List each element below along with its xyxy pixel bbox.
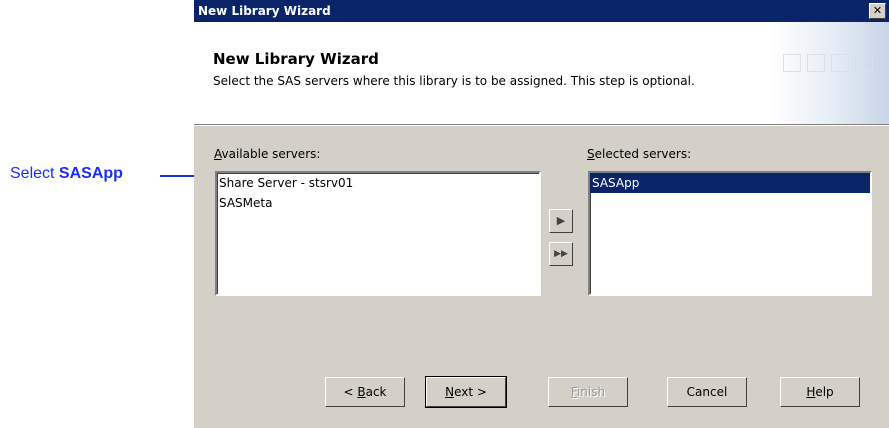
help-button[interactable]: Help	[780, 377, 860, 407]
callout-text: Select SASApp	[10, 165, 123, 183]
label-accelerator: A	[214, 147, 222, 161]
wizard-header: New Library Wizard Select the SAS server…	[194, 22, 889, 124]
callout-target: SASApp	[58, 165, 123, 182]
button-accelerator: N	[445, 385, 455, 399]
header-divider-highlight	[194, 125, 889, 126]
list-item[interactable]: Share Server - stsrv01	[217, 173, 539, 193]
button-accelerator: H	[806, 385, 816, 399]
available-servers-label: Available servers:	[214, 147, 320, 161]
window-title: New Library Wizard	[198, 4, 331, 18]
header-subtitle: Select the SAS servers where this librar…	[213, 74, 695, 88]
callout-prefix: Select	[10, 165, 59, 182]
button-prefix: <	[343, 385, 358, 399]
selected-servers-label: Selected servers:	[587, 147, 691, 161]
cancel-button[interactable]: Cancel	[667, 377, 747, 407]
title-bar: New Library Wizard ✕	[194, 0, 889, 22]
finish-button[interactable]: Finish	[548, 377, 628, 407]
button-accelerator: B	[357, 385, 366, 399]
header-title: New Library Wizard	[213, 50, 379, 68]
label-rest: vailable servers:	[221, 147, 321, 161]
move-all-button[interactable]: ▶▶	[549, 242, 573, 266]
button-rest: elp	[815, 385, 834, 399]
header-banner-graphic	[769, 22, 889, 124]
button-rest: inish	[576, 385, 606, 399]
next-button[interactable]: Next >	[425, 376, 507, 408]
list-item[interactable]: SASApp	[590, 173, 870, 193]
button-rest: ext >	[454, 385, 487, 399]
list-item[interactable]: SASMeta	[217, 193, 539, 213]
wizard-window: New Library Wizard ✕ New Library Wizard …	[194, 0, 889, 428]
close-button[interactable]: ✕	[869, 3, 886, 19]
label-accelerator: S	[587, 147, 595, 161]
back-button[interactable]: < Back	[325, 377, 405, 407]
label-rest: elected servers:	[594, 147, 692, 161]
button-rest: ack	[365, 385, 387, 399]
move-selected-button[interactable]: ▶	[549, 209, 573, 233]
selected-servers-list[interactable]: SASApp	[588, 171, 872, 296]
available-servers-list[interactable]: Share Server - stsrv01 SASMeta	[215, 171, 541, 296]
